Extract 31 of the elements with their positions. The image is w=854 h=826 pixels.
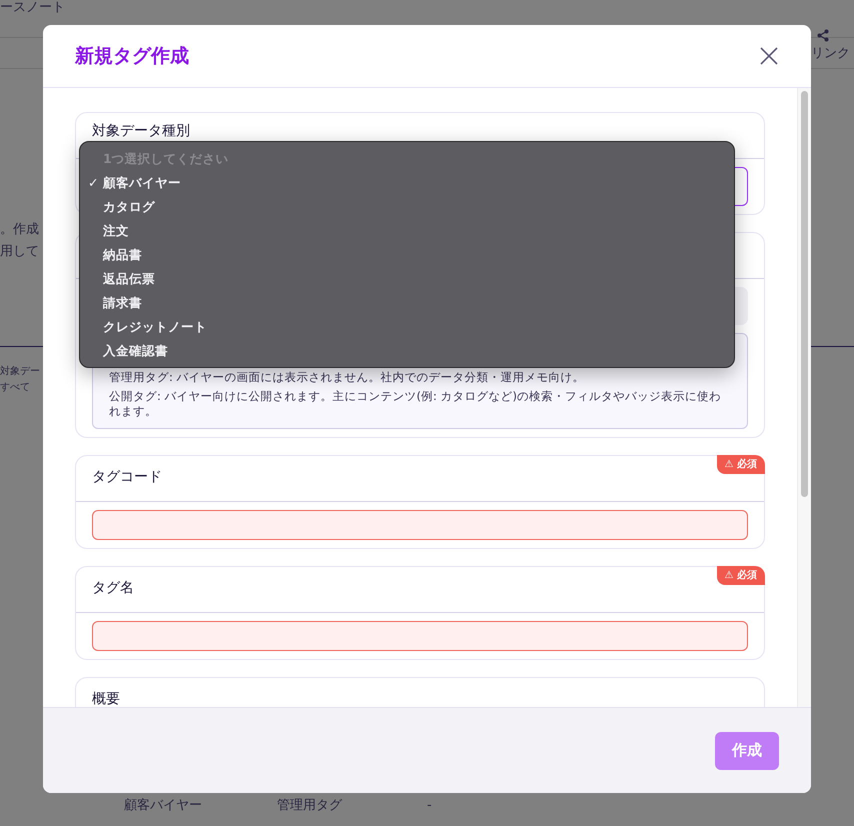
field-label: 概要 bbox=[92, 690, 120, 707]
dropdown-option[interactable]: 請求書 bbox=[80, 291, 734, 315]
description-text: 。作成 bbox=[0, 221, 39, 239]
dropdown-option[interactable]: ✓ 顧客バイヤー bbox=[80, 171, 734, 195]
description-text: 用して bbox=[0, 243, 39, 261]
dropdown-option[interactable]: 返品伝票 bbox=[80, 267, 734, 291]
dropdown-option[interactable]: 注文 bbox=[80, 219, 734, 243]
text-input[interactable] bbox=[92, 510, 748, 540]
text-input[interactable] bbox=[92, 620, 748, 651]
table-cell-text: 顧客バイヤー bbox=[124, 797, 202, 815]
dropdown-option[interactable]: 入金確認書 bbox=[80, 339, 734, 363]
table-cell-text: - bbox=[427, 797, 432, 815]
required-badge: ⚠ 必須 bbox=[716, 566, 765, 585]
share-icon[interactable] bbox=[817, 29, 829, 42]
info-text: 管理用タグ: バイヤーの画面には表示されません。社内でのデータ分類・運用メモ向け。 bbox=[109, 370, 586, 385]
filter-label: 対象デー bbox=[0, 364, 40, 379]
breadcrumb-text: ースノート bbox=[0, 0, 65, 17]
field-label: タグ名 bbox=[92, 580, 134, 596]
modal-title: 新規タグ作成 bbox=[75, 44, 189, 69]
field-label: 対象データ種別 bbox=[92, 123, 190, 139]
required-badge: ⚠ 必須 bbox=[716, 454, 765, 474]
check-mark: ✓ bbox=[88, 174, 100, 192]
info-text: 公開タグ: バイヤー向けに公開されます。主にコンテンツ(例: カタログなど)の検索・フィルタやバッジ表示に使われます。 bbox=[109, 388, 722, 419]
dropdown-option[interactable]: クレジットノート bbox=[80, 315, 734, 339]
dropdown-option[interactable]: カタログ bbox=[80, 195, 734, 219]
close-icon[interactable] bbox=[759, 46, 779, 66]
field-label: タグコード bbox=[92, 468, 162, 485]
table-cell-text: 管理用タグ bbox=[277, 797, 342, 815]
filter-value: すべて bbox=[0, 381, 30, 395]
dropdown-option[interactable]: 納品書 bbox=[80, 243, 734, 267]
scrollbar[interactable] bbox=[797, 88, 811, 707]
